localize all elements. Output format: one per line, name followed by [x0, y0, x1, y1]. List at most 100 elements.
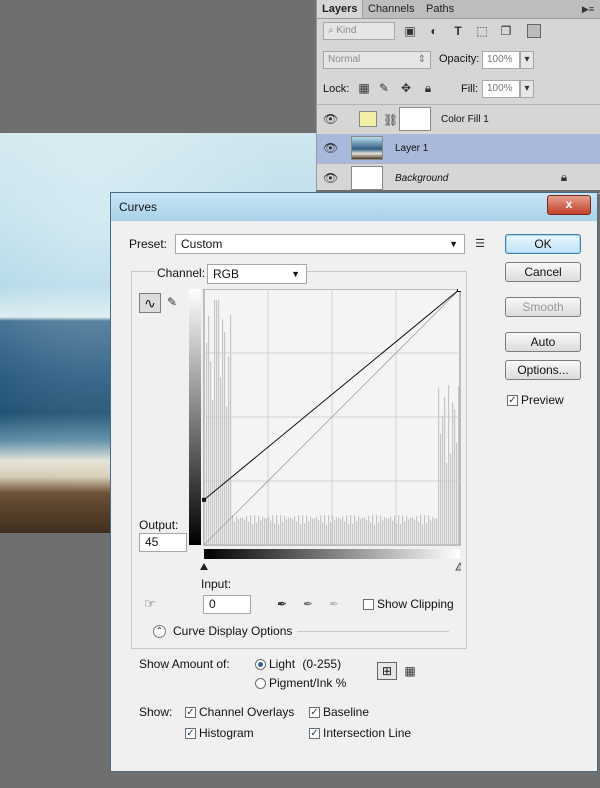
options-button[interactable]: Options... [505, 360, 581, 380]
dialog-titlebar[interactable]: Curves x [111, 193, 597, 221]
detailed-grid-icon[interactable]: ▦ [403, 664, 417, 678]
histogram-bar [358, 516, 360, 545]
lock-position-icon[interactable]: ✥ [399, 81, 413, 95]
input-input[interactable]: 0 [203, 595, 251, 614]
baseline-checkbox[interactable]: ✓ [309, 707, 320, 718]
curve-point-end[interactable] [457, 289, 462, 292]
histogram-bar [262, 516, 264, 545]
simple-grid-icon[interactable]: ⊞ [377, 662, 397, 680]
histogram-bar [280, 515, 282, 545]
link-icon[interactable]: ⛓︎ [383, 113, 398, 127]
type-filter-icon[interactable]: T [451, 24, 465, 38]
tab-paths[interactable]: Paths [421, 0, 459, 18]
eye-icon[interactable]: 👁︎ [323, 171, 338, 185]
fill-dropdown-icon[interactable]: ▾ [520, 80, 534, 98]
histogram-checkbox[interactable]: ✓ [185, 728, 196, 739]
adjustment-filter-icon[interactable]: ◐ [427, 24, 441, 38]
shape-filter-icon[interactable]: ⬚ [475, 24, 489, 38]
histogram-bar [236, 516, 238, 545]
histogram-bar [346, 515, 348, 545]
kind-filter[interactable]: ⌕ Kind [323, 22, 395, 40]
histogram-bar [296, 521, 298, 545]
histogram-bar [220, 377, 222, 545]
preset-select[interactable]: Custom ▼ [175, 234, 465, 254]
opacity-dropdown-icon[interactable]: ▾ [520, 51, 534, 69]
histogram-bar [222, 319, 224, 545]
on-image-adjust-icon[interactable]: ☞ [143, 597, 157, 611]
histogram-bar [272, 515, 274, 545]
eye-icon[interactable]: 👁︎ [323, 112, 338, 126]
histogram-bar [308, 520, 310, 545]
ok-button[interactable]: OK [505, 234, 581, 254]
histogram-bar [406, 516, 408, 545]
divider [297, 631, 449, 632]
histogram-bar [432, 516, 434, 545]
layer-name: Layer 1 [395, 143, 429, 154]
histogram-bar [336, 517, 338, 545]
pigment-radio[interactable] [255, 678, 266, 689]
close-button[interactable]: x [547, 195, 591, 215]
output-label: Output: [139, 518, 179, 532]
white-eyedropper-icon[interactable]: ✒ [327, 597, 341, 611]
pencil-tool-icon[interactable]: ✎ [165, 295, 179, 309]
histogram-bar [450, 453, 452, 545]
histogram-bar [344, 521, 346, 545]
histogram-bar [352, 523, 354, 545]
curve-edit-tool-icon[interactable]: ∿ [139, 293, 161, 313]
lock-transparency-icon[interactable]: ▦ [357, 81, 371, 95]
tab-channels[interactable]: Channels [363, 0, 419, 18]
histogram-bar [212, 400, 214, 545]
curve-graph[interactable] [189, 289, 461, 571]
channel-select[interactable]: RGB ▼ [207, 264, 307, 284]
white-point-slider[interactable] [455, 561, 461, 571]
layer-row-color-fill[interactable]: 👁︎ ⛓︎ Color Fill 1 [317, 104, 600, 135]
auto-button[interactable]: Auto [505, 332, 581, 352]
preview-checkbox[interactable]: ✓ [507, 395, 518, 406]
curve-point-start[interactable] [202, 497, 206, 502]
histogram-bar [422, 524, 424, 545]
layer-row-layer-1[interactable]: 👁︎ Layer 1 [317, 134, 600, 164]
filter-toggle-icon[interactable] [527, 24, 541, 38]
eye-icon[interactable]: 👁︎ [323, 141, 338, 155]
channel-overlays-checkbox[interactable]: ✓ [185, 707, 196, 718]
histogram-bar [370, 522, 372, 545]
blend-mode-select[interactable]: Normal ⇕ [323, 51, 431, 69]
intersection-line-checkbox[interactable]: ✓ [309, 728, 320, 739]
light-radio[interactable] [255, 659, 266, 670]
black-eyedropper-icon[interactable]: ✒ [275, 597, 289, 611]
preset-options-icon[interactable]: ☰ [473, 237, 487, 251]
show-clipping-checkbox[interactable] [363, 599, 374, 610]
histogram-bar [326, 524, 328, 545]
collapse-icon[interactable]: ⌃ [153, 625, 166, 638]
histogram-bar [214, 300, 216, 545]
fill-input[interactable]: 100% [482, 80, 520, 98]
channel-label: Channel: [155, 266, 208, 280]
smart-object-filter-icon[interactable]: ❐ [499, 24, 513, 38]
histogram-bar [444, 396, 446, 545]
chevron-down-icon: ▼ [291, 269, 300, 279]
layers-panel-tabs: Layers Channels Paths ▶≡ [317, 0, 600, 19]
histogram-bar [338, 517, 340, 545]
cancel-button[interactable]: Cancel [505, 262, 581, 282]
histogram-bar [328, 515, 330, 545]
histogram-bar [334, 519, 336, 545]
kind-filter-label: Kind [336, 25, 357, 36]
histogram-bar [342, 516, 344, 545]
lock-image-icon[interactable]: ✎ [377, 81, 391, 95]
black-point-slider[interactable] [200, 563, 208, 570]
tab-layers[interactable]: Layers [317, 0, 364, 18]
histogram-bar [414, 519, 416, 545]
gray-eyedropper-icon[interactable]: ✒ [301, 597, 315, 611]
histogram-bar [264, 518, 266, 545]
layer-row-background[interactable]: 👁︎ Background 🔒︎ [317, 164, 600, 194]
opacity-input[interactable]: 100% [482, 51, 520, 69]
histogram-bar [320, 515, 322, 545]
output-input[interactable]: 45 [139, 533, 187, 552]
lock-all-icon[interactable]: 🔒︎ [421, 81, 435, 95]
histogram-bar [362, 517, 364, 545]
smooth-button[interactable]: Smooth [505, 297, 581, 317]
image-filter-icon[interactable]: ▣ [403, 24, 417, 38]
panel-menu-icon[interactable]: ▶≡ [581, 2, 595, 16]
histogram-bar [304, 523, 306, 545]
channel-value: RGB [213, 267, 240, 281]
